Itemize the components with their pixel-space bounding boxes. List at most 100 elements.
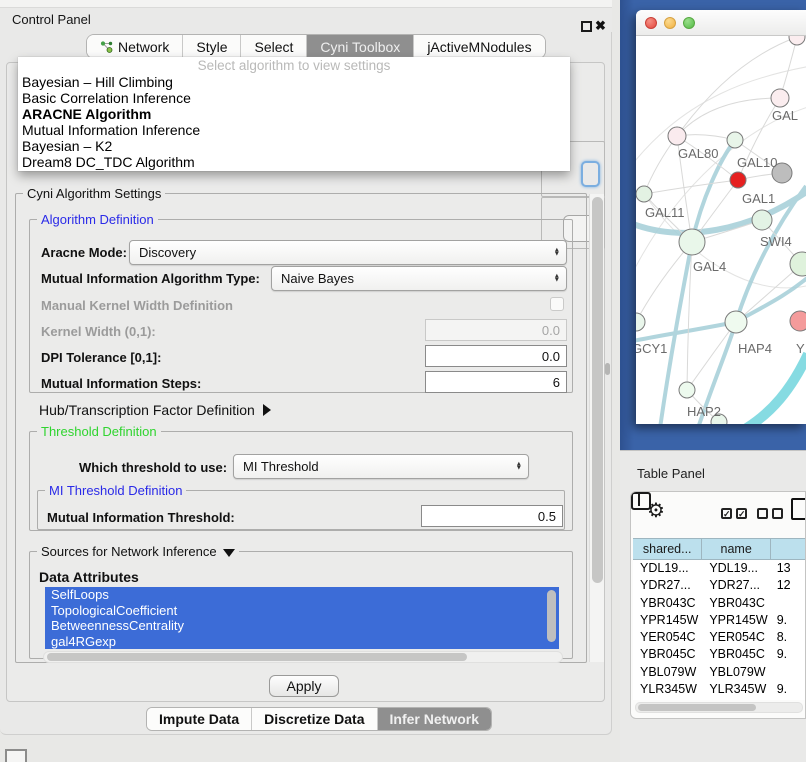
select-all-checkboxes-icon[interactable]: ✓✓: [721, 508, 747, 519]
table-row[interactable]: YPR145WYPR145W9.: [633, 612, 806, 629]
split-pane-handle[interactable]: [605, 363, 610, 375]
kernel-width-label: Kernel Width (0,1):: [41, 324, 156, 339]
network-node[interactable]: [668, 127, 686, 145]
table-cell: YBR043C: [633, 595, 702, 612]
tab-cyni-toolbox[interactable]: Cyni Toolbox: [307, 35, 414, 58]
tab-jactivemnodules[interactable]: jActiveMNodules: [414, 35, 544, 58]
collapsed-panel-icon[interactable]: [5, 749, 27, 762]
mi-algorithm-type-combobox[interactable]: Naive Bayes ▲▼: [271, 266, 567, 291]
table-row[interactable]: YBR045CYBR045C9.: [633, 646, 806, 663]
algorithm-option[interactable]: Basic Correlation Inference: [18, 90, 570, 106]
close-traffic-light[interactable]: [645, 17, 657, 29]
tab-discretize-data[interactable]: Discretize Data: [252, 708, 377, 730]
tab-impute-data[interactable]: Impute Data: [147, 708, 252, 730]
table-row[interactable]: YDL19...YDL19...13: [633, 560, 806, 577]
table-row[interactable]: YIL052CYIL052C9.: [633, 698, 806, 700]
scrollbar-thumb[interactable]: [592, 197, 603, 583]
algorithm-option[interactable]: Bayesian – Hill Climbing: [18, 74, 570, 90]
table-row[interactable]: YDR27...YDR27...12: [633, 577, 806, 594]
settings-scrollbar[interactable]: [589, 194, 604, 662]
table-cell: YDR27...: [702, 577, 770, 594]
network-window-titlebar[interactable]: [636, 10, 806, 36]
table-row[interactable]: YLR345WYLR345W9.: [633, 681, 806, 698]
attributes-horizontal-scrollbar[interactable]: [43, 651, 563, 663]
mi-algorithm-type-value: Naive Bayes: [281, 271, 354, 286]
control-panel-window: Control Panel ✖ Network StyleSelectCyni T…: [0, 0, 612, 735]
focused-combo-button[interactable]: [581, 161, 600, 187]
control-panel-titlebar: Control Panel ✖: [0, 8, 612, 32]
data-attributes-list[interactable]: SelfLoopsTopologicalCoefficientBetweenne…: [45, 587, 559, 649]
table-cell: YDL19...: [633, 560, 702, 577]
column-header[interactable]: [771, 539, 806, 559]
network-node[interactable]: [679, 229, 705, 255]
network-node[interactable]: [725, 311, 747, 333]
mi-threshold-label: Mutual Information Threshold:: [47, 510, 235, 525]
thick-teal-edge: [740, 354, 806, 424]
function-builder-icon[interactable]: [791, 498, 806, 520]
network-canvas[interactable]: GAL GAL80 GAL10 GAL1 GAL11 SWI4 GAL4 GCY…: [636, 36, 806, 424]
gear-icon[interactable]: ⚙: [647, 498, 665, 523]
kernel-width-field[interactable]: 0.0: [425, 319, 567, 341]
scrollbar-thumb[interactable]: [638, 704, 756, 711]
minimize-traffic-light[interactable]: [664, 17, 676, 29]
network-node-selected-red[interactable]: [730, 172, 746, 188]
table-panel-card: ⚙ ✓✓ shared...name YDL19...YDL19...13YDR…: [630, 491, 806, 719]
table-row[interactable]: YBL079WYBL079W: [633, 664, 806, 681]
manual-kernel-width-label: Manual Kernel Width Definition: [41, 298, 233, 313]
scrollbar-thumb[interactable]: [47, 653, 467, 661]
network-node[interactable]: [636, 186, 652, 202]
table-cell: YIL052C: [702, 698, 770, 700]
algorithm-option[interactable]: ARACNE Algorithm: [18, 106, 570, 122]
table-cell: 13: [771, 560, 806, 577]
tab-select[interactable]: Select: [241, 35, 307, 58]
network-node[interactable]: [789, 36, 805, 45]
data-attribute-item[interactable]: TopologicalCoefficient: [45, 603, 559, 619]
data-attribute-item[interactable]: BetweennessCentrality: [45, 618, 559, 634]
network-node[interactable]: [636, 313, 645, 331]
table-horizontal-scrollbar[interactable]: [635, 702, 803, 713]
table-cell: YBR043C: [702, 595, 770, 612]
algorithm-option[interactable]: Mutual Information Inference: [18, 122, 570, 138]
apply-button[interactable]: Apply: [269, 675, 339, 697]
data-attribute-item[interactable]: SelfLoops: [45, 587, 559, 603]
network-graph: GAL GAL80 GAL10 GAL1 GAL11 SWI4 GAL4 GCY…: [636, 36, 806, 424]
network-view-window[interactable]: GAL GAL80 GAL10 GAL1 GAL11 SWI4 GAL4 GCY…: [636, 10, 806, 424]
table-cell: [771, 664, 806, 681]
dpi-tolerance-label: DPI Tolerance [0,1]:: [41, 350, 161, 365]
mi-threshold-field[interactable]: 0.5: [421, 505, 563, 527]
node-label: GAL4: [693, 259, 726, 274]
network-node[interactable]: [771, 89, 789, 107]
hub-section-label: Hub/Transcription Factor Definition: [39, 402, 255, 418]
table-cell: YLR345W: [702, 681, 770, 698]
float-window-icon[interactable]: [581, 21, 592, 32]
zoom-traffic-light[interactable]: [683, 17, 695, 29]
tab-network[interactable]: Network: [87, 35, 183, 58]
network-node[interactable]: [727, 132, 743, 148]
desktop-background: GAL GAL80 GAL10 GAL1 GAL11 SWI4 GAL4 GCY…: [620, 0, 806, 450]
table-row[interactable]: YER054CYER054C8.: [633, 629, 806, 646]
aracne-mode-combobox[interactable]: Discovery ▲▼: [129, 240, 567, 265]
data-attribute-item[interactable]: gal4RGexp: [45, 634, 559, 650]
which-threshold-combobox[interactable]: MI Threshold ▲▼: [233, 454, 529, 479]
algorithm-option[interactable]: Bayesian – K2: [18, 138, 570, 154]
column-header[interactable]: name: [702, 539, 771, 559]
sources-group-title[interactable]: Sources for Network Inference: [37, 544, 239, 559]
mi-steps-field[interactable]: 6: [425, 371, 567, 393]
algorithm-option[interactable]: Dream8 DC_TDC Algorithm: [18, 154, 570, 170]
table-row[interactable]: YBR043CYBR043C: [633, 595, 806, 612]
dpi-tolerance-field[interactable]: 0.0: [425, 345, 567, 367]
hub-section-toggle[interactable]: Hub/Transcription Factor Definition: [39, 402, 271, 418]
attributes-vertical-scrollbar[interactable]: [547, 590, 556, 642]
deselect-all-checkboxes-icon[interactable]: [757, 508, 783, 519]
tab-label: Network: [118, 39, 169, 55]
tab-infer-network[interactable]: Infer Network: [378, 708, 491, 730]
manual-kernel-width-checkbox[interactable]: [550, 297, 564, 311]
table-cell: [771, 595, 806, 612]
tab-style[interactable]: Style: [183, 35, 241, 58]
column-header[interactable]: shared...: [633, 539, 702, 559]
network-node[interactable]: [752, 210, 772, 230]
close-icon[interactable]: ✖: [595, 18, 606, 34]
network-node[interactable]: [790, 311, 806, 331]
network-node[interactable]: [679, 382, 695, 398]
mi-steps-label: Mutual Information Steps:: [41, 376, 201, 391]
